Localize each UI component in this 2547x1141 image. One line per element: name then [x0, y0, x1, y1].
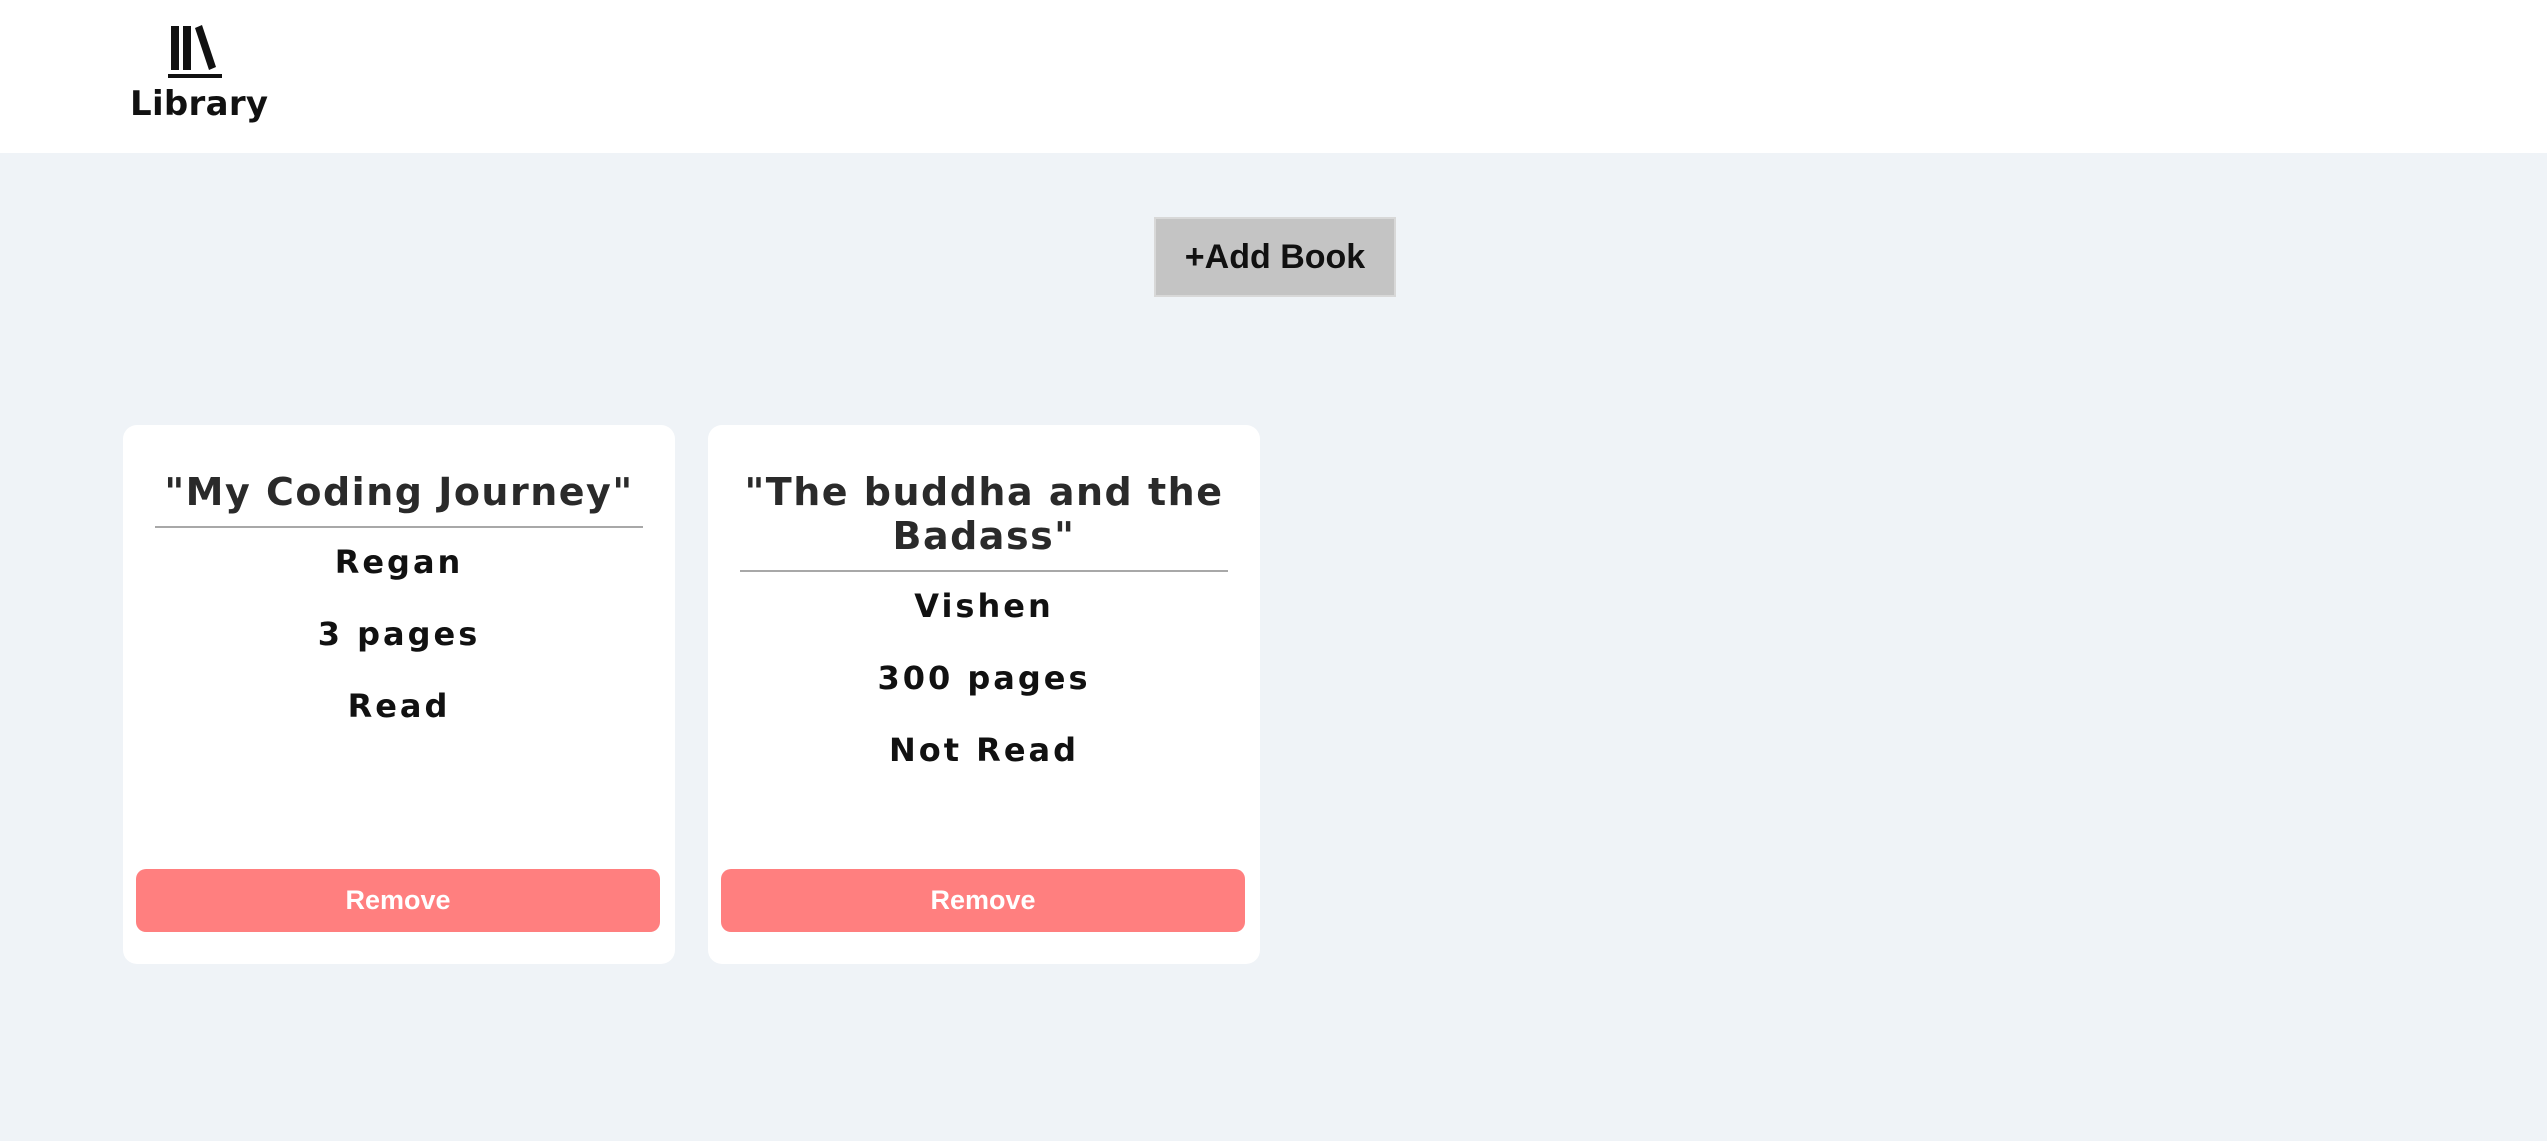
logo: Library	[130, 22, 269, 124]
book-read-status: Read	[347, 687, 451, 725]
book-author: Regan	[334, 543, 464, 581]
book-title: "My Coding Journey"	[155, 470, 643, 528]
book-read-status: Not Read	[888, 731, 1080, 769]
app-title: Library	[130, 84, 269, 124]
remove-button[interactable]: Remove	[136, 869, 660, 932]
book-title: "The buddha and the Badass"	[740, 470, 1228, 572]
book-author: Vishen	[914, 587, 1054, 625]
book-card: "The buddha and the Badass" Vishen 300 p…	[708, 425, 1260, 964]
remove-button[interactable]: Remove	[721, 869, 1245, 932]
main-content: +Add Book "My Coding Journey" Regan 3 pa…	[0, 153, 2547, 1141]
book-list: "My Coding Journey" Regan 3 pages Read R…	[123, 425, 1260, 964]
book-pages: 3 pages	[317, 615, 481, 653]
book-pages: 300 pages	[877, 659, 1091, 697]
app-header: Library	[0, 0, 2547, 153]
book-card: "My Coding Journey" Regan 3 pages Read R…	[123, 425, 675, 964]
add-book-button[interactable]: +Add Book	[1154, 217, 1396, 297]
books-icon	[168, 25, 222, 78]
